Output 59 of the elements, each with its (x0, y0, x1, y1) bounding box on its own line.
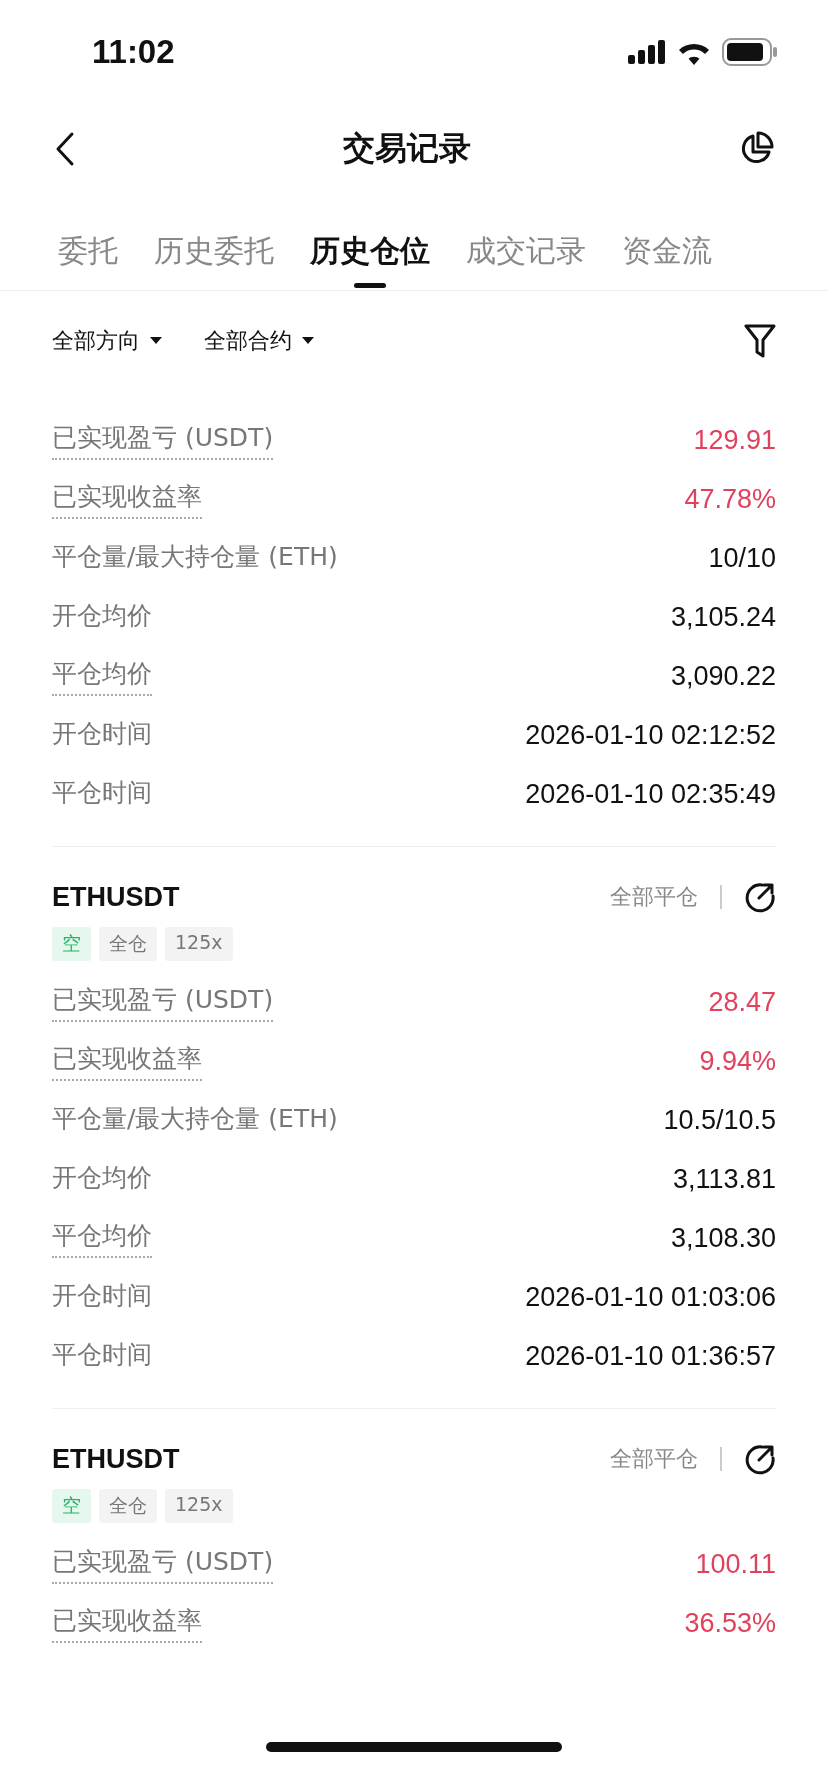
field-label: 平仓均价 (52, 657, 152, 696)
field-value: 10.5/10.5 (663, 1105, 776, 1136)
field-value: 3,090.22 (670, 661, 776, 692)
page-title: 交易记录 (343, 128, 471, 169)
field-label: 平仓量/最大持仓量 (ETH) (52, 541, 338, 573)
tag: 125x (165, 1489, 233, 1523)
field-label: 开仓时间 (52, 718, 152, 750)
tab[interactable]: 成交记录 (466, 194, 586, 290)
field-value: 3,113.81 (672, 1164, 776, 1195)
symbol-name: ETHUSDT (52, 881, 180, 913)
field-label: 已实现收益率 (52, 1042, 202, 1081)
field-value: 3,108.30 (670, 1223, 776, 1254)
filter-dropdown[interactable]: 全部方向 (52, 326, 162, 356)
field-value: 2026-01-10 01:36:57 (525, 1341, 776, 1372)
tag: 空 (52, 1489, 91, 1523)
tag: 空 (52, 927, 91, 961)
field-label: 平仓均价 (52, 1219, 152, 1258)
tab[interactable]: 历史仓位 (310, 194, 430, 290)
tag: 125x (165, 927, 233, 961)
symbol-name: ETHUSDT (52, 1443, 180, 1475)
tag: 全仓 (99, 927, 157, 961)
tab[interactable]: 委托 (58, 194, 118, 290)
field-label: 已实现收益率 (52, 1604, 202, 1643)
field-label: 平仓量/最大持仓量 (ETH) (52, 1103, 338, 1135)
field-label: 开仓均价 (52, 1162, 152, 1194)
field-label: 开仓时间 (52, 1280, 152, 1312)
back-icon[interactable] (54, 131, 76, 167)
field-label: 已实现盈亏 (USDT) (52, 421, 274, 460)
field-value: 47.78% (684, 484, 776, 515)
field-label: 平仓时间 (52, 1339, 152, 1371)
field-label: 开仓均价 (52, 600, 152, 632)
close-type: 全部平仓 (610, 883, 698, 911)
field-value: 10/10 (708, 543, 776, 574)
filter-dropdown[interactable]: 全部合约 (204, 326, 314, 356)
field-value: 100.11 (695, 1549, 776, 1580)
field-label: 已实现收益率 (52, 480, 202, 519)
close-type: 全部平仓 (610, 1445, 698, 1473)
field-value: 2026-01-10 02:35:49 (525, 779, 776, 810)
field-label: 平仓时间 (52, 777, 152, 809)
field-label: 已实现盈亏 (USDT) (52, 1545, 274, 1584)
field-label: 已实现盈亏 (USDT) (52, 983, 274, 1022)
field-value: 129.91 (693, 425, 776, 456)
field-value: 9.94% (699, 1046, 776, 1077)
share-icon[interactable] (744, 881, 776, 913)
share-icon[interactable] (744, 1443, 776, 1475)
caret-icon (302, 337, 314, 345)
field-value: 3,105.24 (670, 602, 776, 633)
battery-icon (722, 38, 778, 66)
field-value: 2026-01-10 01:03:06 (525, 1282, 776, 1313)
filter-icon[interactable] (744, 323, 776, 359)
tab[interactable]: 历史委托 (154, 194, 274, 290)
field-value: 28.47 (708, 987, 776, 1018)
field-value: 2026-01-10 02:12:52 (525, 720, 776, 751)
signal-icon (628, 40, 666, 64)
tag: 全仓 (99, 1489, 157, 1523)
caret-icon (150, 337, 162, 345)
field-value: 36.53% (684, 1608, 776, 1639)
status-time: 11:02 (92, 33, 175, 71)
tab[interactable]: 资金流 (622, 194, 712, 290)
